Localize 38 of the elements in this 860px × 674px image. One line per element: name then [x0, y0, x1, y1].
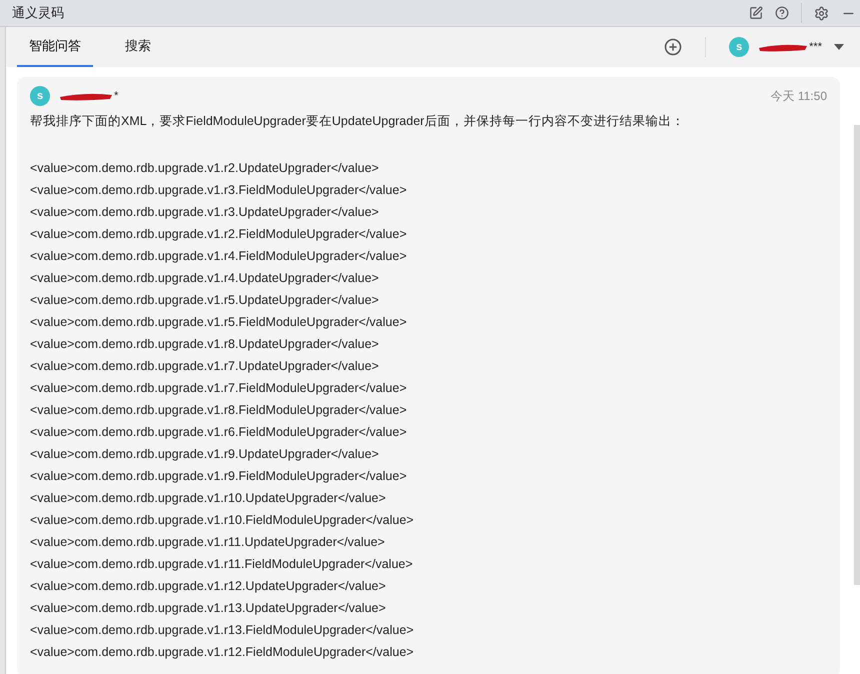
window-title: 通义灵码 — [12, 4, 64, 22]
redaction-mark-icon — [58, 91, 114, 101]
xml-line: <value>com.demo.rdb.upgrade.v1.r7.FieldModuleUpgrader</value> — [30, 380, 407, 397]
xml-line: <value>com.demo.rdb.upgrade.v1.r2.FieldModuleUpgrader</value> — [30, 226, 407, 243]
redaction-mark-icon — [757, 42, 810, 52]
xml-line: <value>com.demo.rdb.upgrade.v1.r13.FieldModuleUpgrader</value> — [30, 622, 414, 639]
xml-line: <value>com.demo.rdb.upgrade.v1.r7.UpdateUpgrader</value> — [30, 358, 379, 375]
xml-line: <value>com.demo.rdb.upgrade.v1.r6.FieldModuleUpgrader</value> — [30, 424, 407, 441]
user-name: *** — [809, 40, 822, 55]
xml-line: <value>com.demo.rdb.upgrade.v1.r11.FieldModuleUpgrader</value> — [30, 556, 413, 573]
sender-avatar: s — [30, 86, 50, 106]
help-icon[interactable] — [775, 6, 789, 20]
xml-line: <value>com.demo.rdb.upgrade.v1.r3.FieldModuleUpgrader</value> — [30, 182, 407, 199]
xml-line: <value>com.demo.rdb.upgrade.v1.r8.UpdateUpgrader</value> — [30, 336, 379, 353]
xml-line: <value>com.demo.rdb.upgrade.v1.r10.FieldModuleUpgrader</value> — [30, 512, 414, 529]
xml-line: <value>com.demo.rdb.upgrade.v1.r4.UpdateUpgrader</value> — [30, 270, 379, 287]
scrollbar[interactable] — [854, 125, 860, 585]
prompt-text: 帮我排序下面的XML，要求FieldModuleUpgrader要在UpdateUpgrader后面，并保持每一行内容不变进行结果输出： — [30, 113, 686, 130]
xml-line: <value>com.demo.rdb.upgrade.v1.r9.UpdateUpgrader</value> — [30, 446, 379, 463]
add-icon[interactable] — [664, 38, 682, 56]
xml-line: <value>com.demo.rdb.upgrade.v1.r11.UpdateUpgrader</value> — [30, 534, 385, 551]
message-time: 今天 11:50 — [770, 88, 827, 105]
xml-line: <value>com.demo.rdb.upgrade.v1.r8.FieldModuleUpgrader</value> — [30, 402, 407, 419]
xml-line: <value>com.demo.rdb.upgrade.v1.r3.UpdateUpgrader</value> — [30, 204, 379, 221]
xml-line: <value>com.demo.rdb.upgrade.v1.r10.UpdateUpgrader</value> — [30, 490, 386, 507]
sender-name: * — [114, 88, 118, 104]
xml-line: <value>com.demo.rdb.upgrade.v1.r12.UpdateUpgrader</value> — [30, 578, 386, 595]
xml-line: <value>com.demo.rdb.upgrade.v1.r2.UpdateUpgrader</value> — [30, 160, 379, 177]
xml-line: <value>com.demo.rdb.upgrade.v1.r5.UpdateUpgrader</value> — [30, 292, 379, 309]
xml-line: <value>com.demo.rdb.upgrade.v1.r12.FieldModuleUpgrader</value> — [30, 644, 414, 661]
xml-line: <value>com.demo.rdb.upgrade.v1.r5.FieldModuleUpgrader</value> — [30, 314, 407, 331]
xml-line: <value>com.demo.rdb.upgrade.v1.r9.FieldModuleUpgrader</value> — [30, 468, 407, 485]
dropdown-caret-icon[interactable] — [834, 44, 844, 50]
tab[interactable]: 搜索 — [113, 27, 163, 67]
xml-line: <value>com.demo.rdb.upgrade.v1.r13.UpdateUpgrader</value> — [30, 600, 386, 617]
xml-line: <value>com.demo.rdb.upgrade.v1.r4.FieldModuleUpgrader</value> — [30, 248, 407, 265]
edit-icon[interactable] — [749, 6, 763, 20]
settings-icon[interactable] — [814, 6, 829, 20]
